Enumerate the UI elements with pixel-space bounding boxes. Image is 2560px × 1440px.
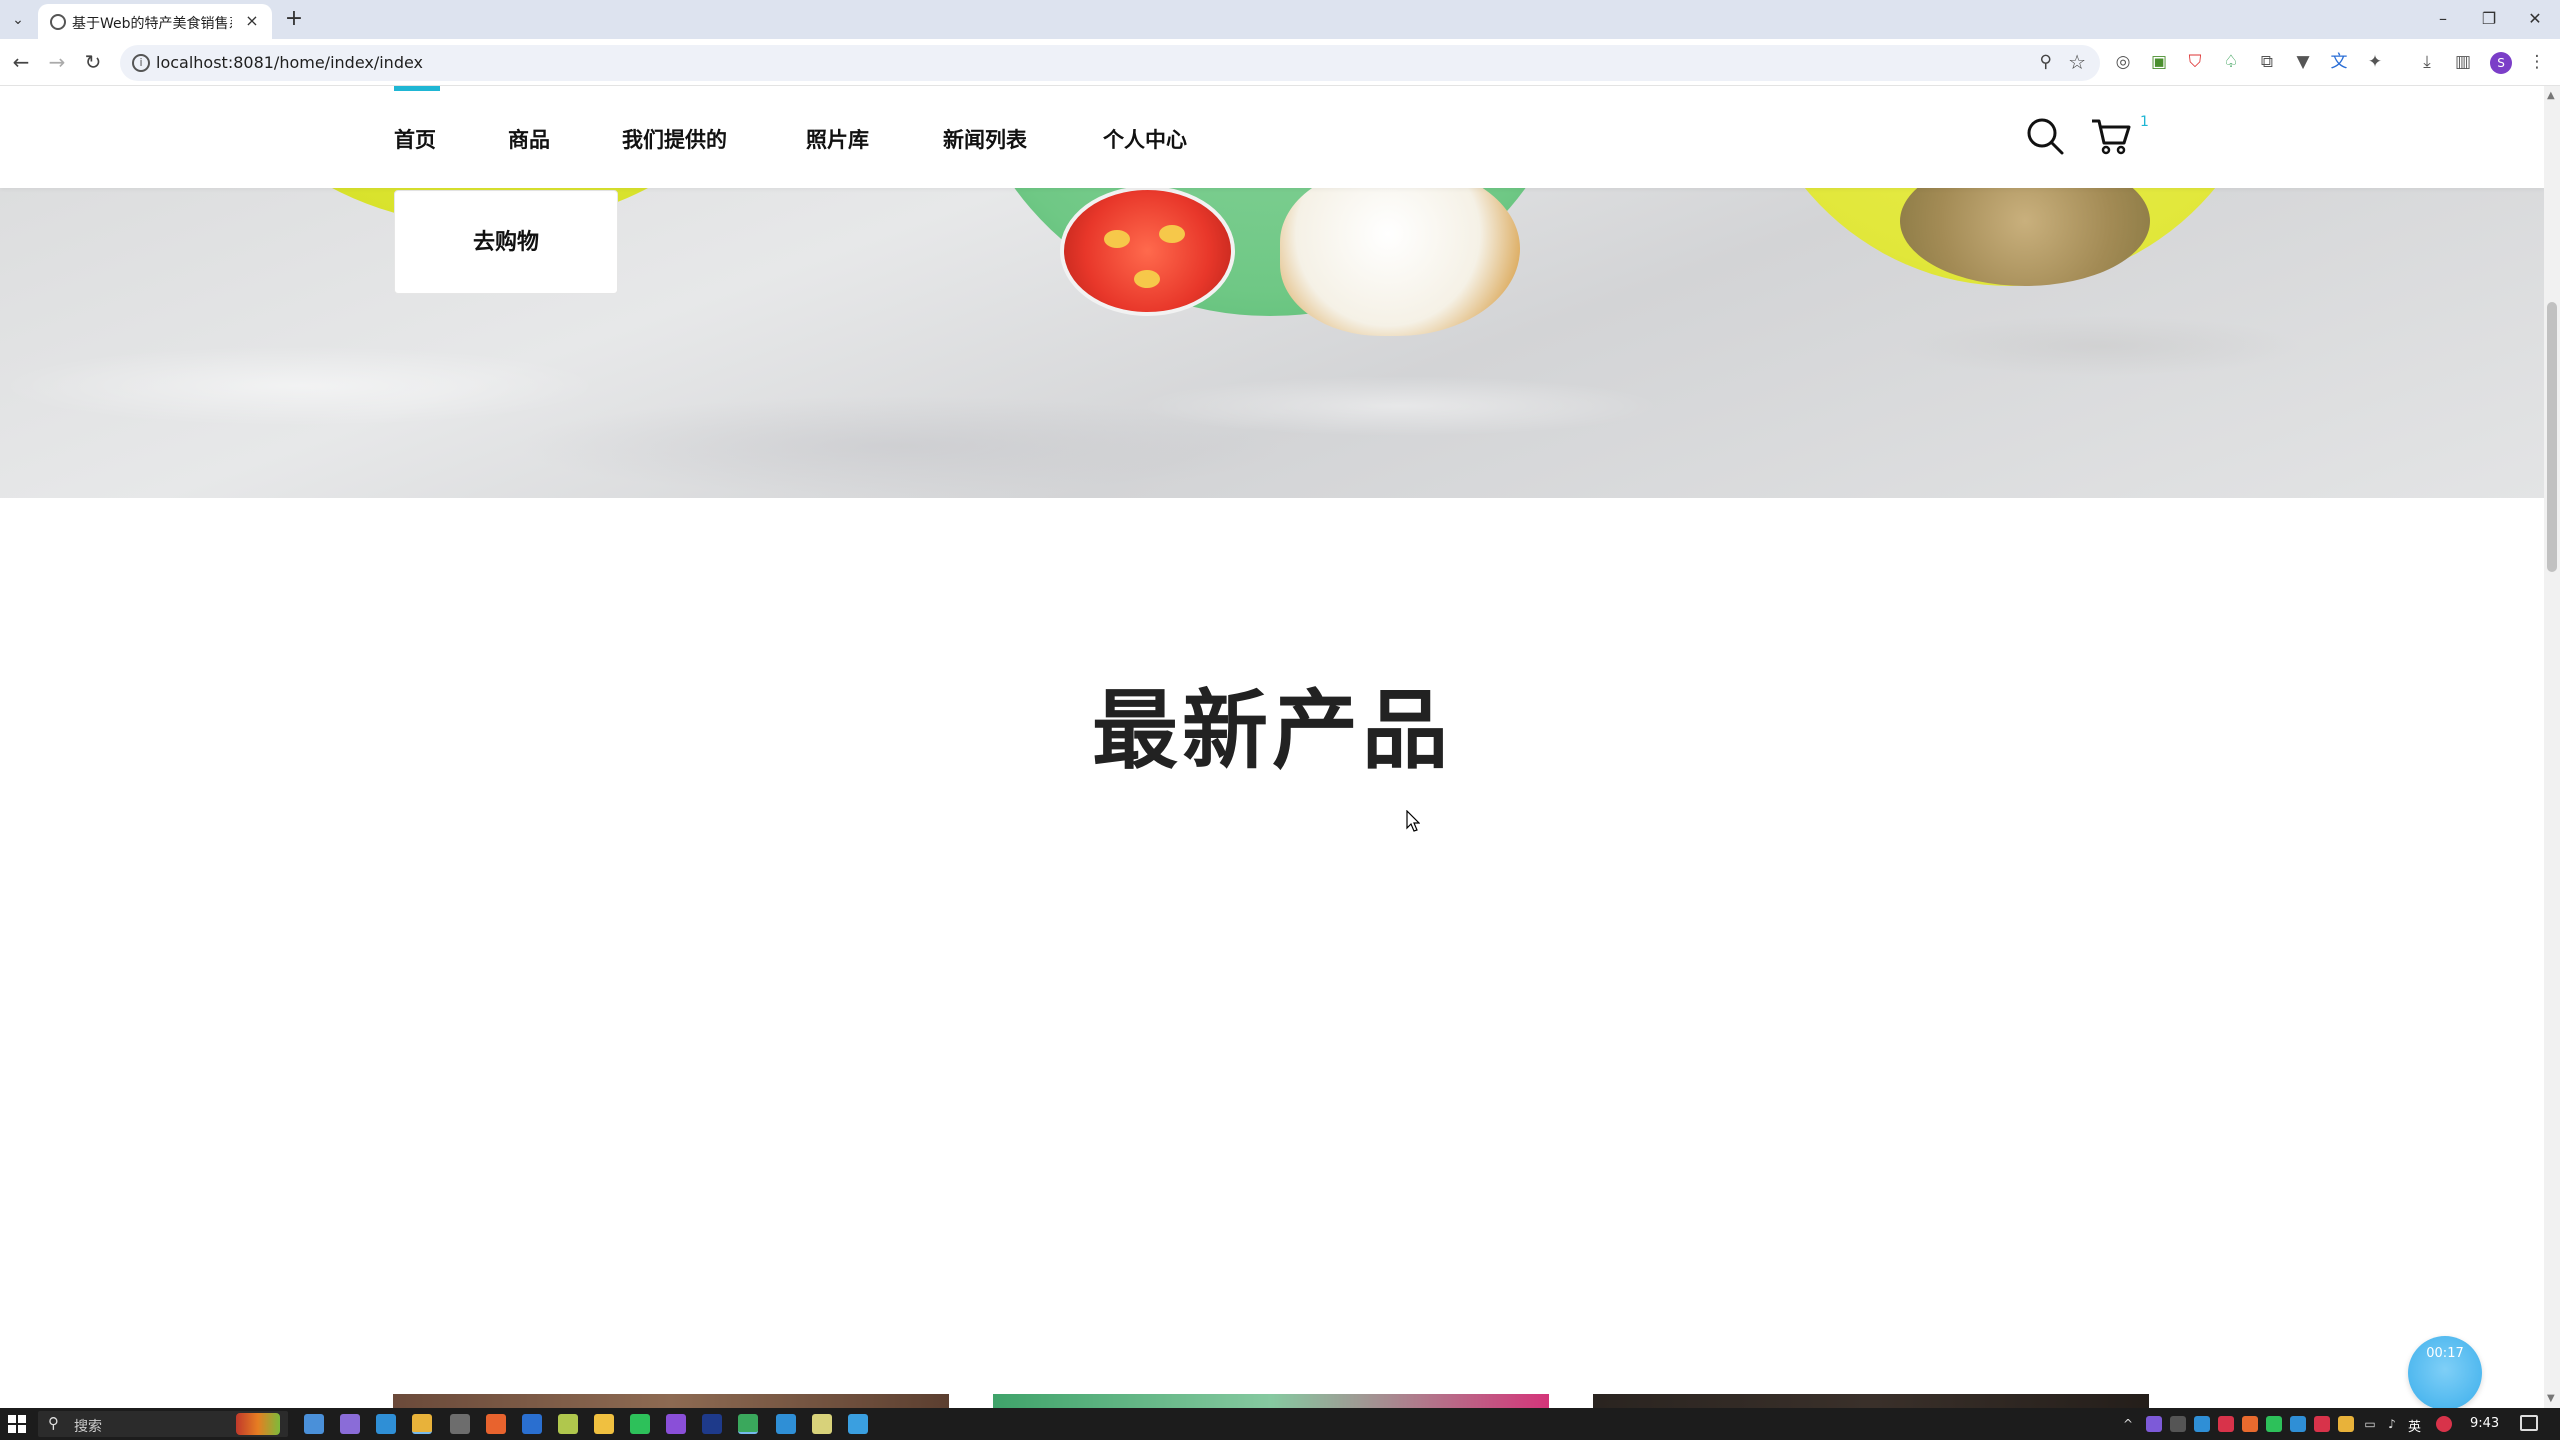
- nav-item-gallery[interactable]: 照片库: [806, 124, 869, 154]
- shield-extension-icon[interactable]: ⛉: [2184, 51, 2206, 73]
- site-navbar: 首页 商品 我们提供的 照片库 新闻列表 个人中心 1: [0, 86, 2544, 188]
- zoom-icon[interactable]: ⚲: [2040, 52, 2052, 72]
- taskbar-app-icon[interactable]: [738, 1414, 758, 1434]
- taskbar-app-icon[interactable]: [376, 1414, 396, 1434]
- tab-title: 基于Web的特产美食销售系统: [72, 16, 232, 31]
- download-icon[interactable]: ⤓: [2416, 51, 2438, 73]
- product-card-image[interactable]: [393, 1394, 949, 1408]
- tab-list-icon[interactable]: ⌄: [6, 8, 30, 32]
- taskbar-app-icon[interactable]: [450, 1414, 470, 1434]
- cart-count-badge: 1: [2140, 114, 2149, 130]
- window-close-icon[interactable]: ✕: [2520, 6, 2550, 32]
- translate-extension-icon[interactable]: 文: [2328, 51, 2350, 73]
- address-bar[interactable]: i localhost:8081/home/index/index ⚲ ☆: [120, 45, 2100, 81]
- extensions-icon[interactable]: ✦: [2364, 51, 2386, 73]
- search-highlight-image: [236, 1413, 280, 1435]
- taskbar-idea-icon[interactable]: [702, 1414, 722, 1434]
- recording-timer-badge[interactable]: 00:17: [2408, 1336, 2482, 1408]
- nav-item-news[interactable]: 新闻列表: [943, 124, 1027, 154]
- scrollbar-thumb[interactable]: [2547, 302, 2557, 572]
- taskbar-app-icon[interactable]: [340, 1414, 360, 1434]
- image-extension-icon[interactable]: ▣: [2148, 51, 2170, 73]
- more-menu-icon[interactable]: ⋮: [2526, 51, 2548, 73]
- ime-indicator[interactable]: 英: [2408, 1416, 2421, 1435]
- taskbar-folder-icon[interactable]: [594, 1414, 614, 1434]
- tray-app-icon[interactable]: [2218, 1416, 2234, 1432]
- taskbar-wechat-icon[interactable]: [630, 1414, 650, 1434]
- tray-app-icon[interactable]: [2314, 1416, 2330, 1432]
- tray-app-icon[interactable]: [2146, 1416, 2162, 1432]
- taskbar-app-icon[interactable]: [522, 1414, 542, 1434]
- taskbar-app-icon[interactable]: [666, 1414, 686, 1434]
- scroll-down-icon[interactable]: ▼: [2547, 1393, 2555, 1404]
- browser-tab[interactable]: 基于Web的特产美食销售系统 ×: [38, 4, 272, 39]
- go-shopping-button[interactable]: 去购物: [394, 190, 618, 294]
- taskbar-search-text: 搜索: [74, 1419, 102, 1435]
- address-url[interactable]: localhost:8081/home/index/index: [156, 53, 423, 72]
- tray-app-icon[interactable]: [2436, 1416, 2452, 1432]
- reload-icon[interactable]: ↻: [80, 49, 106, 75]
- product-card-image[interactable]: [993, 1394, 1549, 1408]
- globe-icon: [50, 14, 66, 30]
- taskbar-search[interactable]: ⚲ 搜索: [38, 1411, 288, 1437]
- minimize-icon[interactable]: –: [2428, 6, 2458, 32]
- network-icon[interactable]: ▭: [2362, 1416, 2378, 1432]
- taskbar-app-icon[interactable]: [558, 1414, 578, 1434]
- tray-app-icon[interactable]: [2290, 1416, 2306, 1432]
- plus-icon[interactable]: +: [282, 8, 306, 32]
- hero-tomato-image: [1060, 186, 1235, 316]
- browser-toolbar: ← → ↻ i localhost:8081/home/index/index …: [0, 39, 2560, 86]
- star-icon[interactable]: ☆: [2068, 50, 2086, 74]
- page-viewport: 去购物 首页 商品 我们提供的 照片库 新闻列表 个人中心 1 最新产品 00:…: [0, 86, 2544, 1408]
- tray-wechat-icon[interactable]: [2266, 1416, 2282, 1432]
- nav-active-indicator: [394, 86, 440, 91]
- profile-avatar[interactable]: S: [2490, 52, 2512, 74]
- taskbar-app-icon[interactable]: [848, 1414, 868, 1434]
- back-icon[interactable]: ←: [8, 49, 34, 75]
- os-taskbar: ⚲ 搜索 ^ ▭ ♪ 英 9:43: [0, 1408, 2560, 1440]
- taskbar-firefox-icon[interactable]: [486, 1414, 506, 1434]
- taskbar-clock[interactable]: 9:43: [2470, 1416, 2499, 1431]
- nav-item-products[interactable]: 商品: [508, 124, 550, 154]
- taskbar-app-icon[interactable]: [812, 1414, 832, 1434]
- browser-tab-bar: ⌄ 基于Web的特产美食销售系统 × + – ❐ ✕: [0, 0, 2560, 39]
- sidepanel-icon[interactable]: ▥: [2452, 51, 2474, 73]
- section-title: 最新产品: [1092, 681, 1452, 781]
- copy-extension-icon[interactable]: ⧉: [2256, 51, 2278, 73]
- nav-item-profile[interactable]: 个人中心: [1103, 124, 1187, 154]
- restore-icon[interactable]: ❐: [2474, 6, 2504, 32]
- windows-start-icon[interactable]: [8, 1415, 26, 1433]
- volume-icon[interactable]: ♪: [2384, 1416, 2400, 1432]
- close-icon[interactable]: ×: [242, 11, 262, 31]
- tray-app-icon[interactable]: [2338, 1416, 2354, 1432]
- taskbar-chrome-icon[interactable]: [412, 1414, 432, 1434]
- camera-extension-icon[interactable]: ◎: [2112, 51, 2134, 73]
- product-card-image[interactable]: [1593, 1394, 2149, 1408]
- nav-item-home[interactable]: 首页: [394, 124, 436, 154]
- cart-icon[interactable]: [2090, 116, 2132, 156]
- tray-expand-icon[interactable]: ^: [2120, 1416, 2136, 1432]
- mouse-cursor-icon: [1406, 810, 1420, 832]
- search-icon[interactable]: [2025, 116, 2065, 156]
- taskbar-app-icon[interactable]: [304, 1414, 324, 1434]
- notification-icon[interactable]: [2520, 1415, 2538, 1431]
- scroll-up-icon[interactable]: ▲: [2547, 90, 2555, 101]
- page-scrollbar[interactable]: ▲ ▼: [2544, 86, 2560, 1408]
- info-icon[interactable]: i: [132, 54, 150, 72]
- search-icon: ⚲: [48, 1414, 59, 1432]
- taskbar-vscode-icon[interactable]: [776, 1414, 796, 1434]
- tray-app-icon[interactable]: [2242, 1416, 2258, 1432]
- vue-extension-icon[interactable]: ▼: [2292, 51, 2314, 73]
- timer-text: 00:17: [2426, 1346, 2464, 1361]
- forward-icon[interactable]: →: [44, 49, 70, 75]
- tag-extension-icon[interactable]: ♤: [2220, 51, 2242, 73]
- tray-app-icon[interactable]: [2194, 1416, 2210, 1432]
- nav-item-services[interactable]: 我们提供的: [622, 124, 727, 154]
- tray-app-icon[interactable]: [2170, 1416, 2186, 1432]
